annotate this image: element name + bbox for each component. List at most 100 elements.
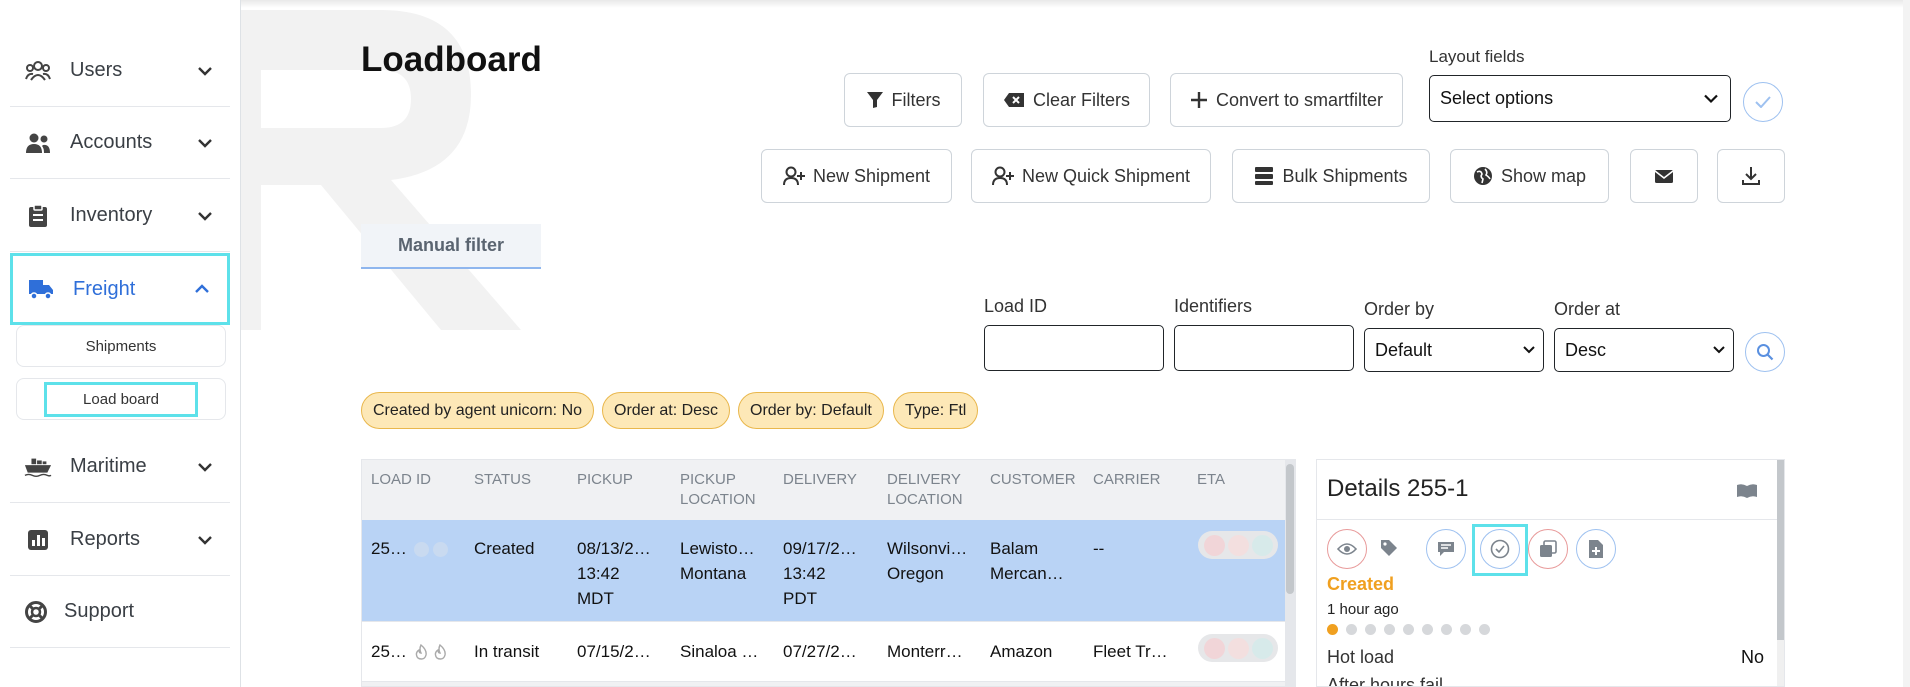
cell-delivery-location: Wilsonvi… Oregon (887, 539, 968, 583)
download-icon (1742, 167, 1760, 185)
show-map-label: Show map (1500, 165, 1587, 186)
duplicate-button[interactable] (1528, 529, 1568, 569)
order-by-select[interactable]: Default (1364, 328, 1544, 372)
app: Users Accounts Inventory Freight Shipmen… (0, 0, 1910, 687)
order-by-label: Order by (1364, 299, 1435, 319)
filter-chip[interactable]: Type: Ftl (893, 392, 979, 429)
filter-chip[interactable]: Order by: Default (738, 392, 884, 429)
column-header-carrier[interactable]: CARRIER (1093, 470, 1161, 490)
fire-icon (415, 644, 427, 660)
table-row[interactable] (362, 682, 1295, 686)
sidebar-item-accounts[interactable]: Accounts (10, 107, 230, 179)
column-header-load-id[interactable]: LOAD ID (371, 470, 431, 490)
chevron-down-icon (1713, 346, 1725, 354)
copy-icon (1540, 540, 1557, 557)
approve-button[interactable] (1480, 529, 1520, 569)
progress-step (1422, 624, 1433, 635)
show-map-button[interactable]: Show map (1450, 149, 1609, 203)
cell-pickup-location: Sinaloa … (680, 642, 759, 661)
sidebar-item-freight[interactable]: Freight (10, 253, 230, 325)
fire-icon (433, 542, 448, 557)
add-document-button[interactable] (1576, 529, 1616, 569)
column-header-pickup-location[interactable]: PICKUP LOCATION (680, 470, 756, 510)
details-scrollbar[interactable] (1777, 460, 1784, 686)
check-icon (1755, 96, 1771, 108)
progress-step (1441, 624, 1452, 635)
chevron-down-icon (1704, 94, 1718, 103)
filter-chip[interactable]: Created by agent unicorn: No (361, 392, 595, 429)
order-at-select[interactable]: Desc (1554, 328, 1734, 372)
tab-manual-filter[interactable]: Manual filter (361, 224, 541, 269)
ship-icon (24, 453, 52, 481)
layout-fields-select[interactable]: Select options (1429, 75, 1731, 122)
filters-button[interactable]: Filters (844, 73, 962, 127)
order-at-label: Order at (1554, 299, 1621, 319)
apply-layout-button[interactable] (1743, 82, 1783, 122)
column-header-delivery-location[interactable]: DELIVERY LOCATION (887, 470, 963, 510)
layers-icon (1255, 167, 1274, 185)
bulk-shipments-button[interactable]: Bulk Shipments (1232, 149, 1430, 203)
sidebar-item-maritime[interactable]: Maritime (10, 431, 230, 503)
filter-chip[interactable]: Order at: Desc (602, 392, 731, 429)
clear-filters-button[interactable]: Clear Filters (983, 73, 1150, 127)
order-by-value: Default (1375, 339, 1433, 360)
filter-chip-label: Type: Ftl (905, 401, 967, 419)
column-header-delivery[interactable]: DELIVERY (783, 470, 857, 490)
new-shipment-button[interactable]: New Shipment (761, 149, 952, 203)
layout-fields-label: Layout fields (1429, 47, 1525, 66)
sidebar-subitem-shipments[interactable]: Shipments (16, 325, 226, 367)
table-scrollbar[interactable] (1285, 460, 1295, 686)
progress-step (1327, 624, 1338, 635)
progress-step (1460, 624, 1471, 635)
load-id-label: Load ID (984, 296, 1048, 316)
sidebar-item-inventory[interactable]: Inventory (10, 180, 230, 252)
sidebar-subitem-load-board[interactable]: Load board (16, 378, 226, 420)
identifiers-input[interactable] (1174, 325, 1354, 371)
load-id-input[interactable] (984, 325, 1164, 371)
sidebar-item-reports[interactable]: Reports (10, 504, 230, 576)
download-button[interactable] (1717, 149, 1785, 203)
search-icon (1757, 344, 1774, 361)
sidebar-item-label: Support (64, 600, 135, 622)
progress-step (1346, 624, 1357, 635)
table-header: LOAD ID STATUS PICKUP PICKUP LOCATION DE… (362, 460, 1295, 520)
lifebuoy-icon (22, 598, 50, 626)
eta-indicator (1198, 634, 1278, 662)
page-title: Loadboard (361, 40, 542, 79)
sidebar-item-label: Inventory (70, 204, 153, 226)
book-icon[interactable] (1736, 483, 1758, 499)
column-header-eta[interactable]: ETA (1197, 470, 1225, 490)
search-button[interactable] (1745, 332, 1785, 372)
column-header-customer[interactable]: CUSTOMER (990, 470, 1076, 490)
hot-load-label: Hot load (1327, 647, 1395, 667)
column-header-pickup[interactable]: PICKUP (577, 470, 633, 490)
cell-pickup: 08/13/2… 13:42 MDT (577, 539, 651, 608)
eye-icon (1337, 543, 1357, 555)
sidebar-subitem-label: Shipments (85, 337, 157, 355)
details-title: Details 255-1 (1327, 475, 1469, 502)
sidebar-item-label: Accounts (70, 131, 153, 153)
chevron-up-icon (191, 278, 213, 300)
new-shipment-label: New Shipment (812, 165, 931, 186)
layout-fields-value: Select options (1440, 88, 1554, 108)
view-button[interactable] (1327, 529, 1367, 569)
cell-customer: Amazon (990, 642, 1053, 661)
accounts-icon (24, 129, 52, 157)
sidebar-item-users[interactable]: Users (10, 35, 230, 107)
sidebar: Users Accounts Inventory Freight Shipmen… (0, 0, 241, 687)
status-progress (1327, 624, 1490, 635)
new-quick-shipment-button[interactable]: New Quick Shipment (971, 149, 1211, 203)
comment-icon (1438, 542, 1454, 556)
chart-icon (24, 526, 52, 554)
tag-icon[interactable] (1380, 539, 1398, 562)
page-scrollbar[interactable] (1903, 0, 1910, 687)
eta-indicator (1198, 531, 1278, 559)
comments-button[interactable] (1426, 529, 1466, 569)
clipboard-icon (24, 202, 52, 230)
column-header-status[interactable]: STATUS (474, 470, 531, 490)
email-button[interactable] (1630, 149, 1698, 203)
cell-pickup: 07/15/2… (577, 642, 651, 661)
convert-to-smartfilter-button[interactable]: Convert to smartfilter (1170, 73, 1403, 127)
sidebar-item-support[interactable]: Support (10, 576, 230, 648)
row-flags (414, 542, 448, 557)
